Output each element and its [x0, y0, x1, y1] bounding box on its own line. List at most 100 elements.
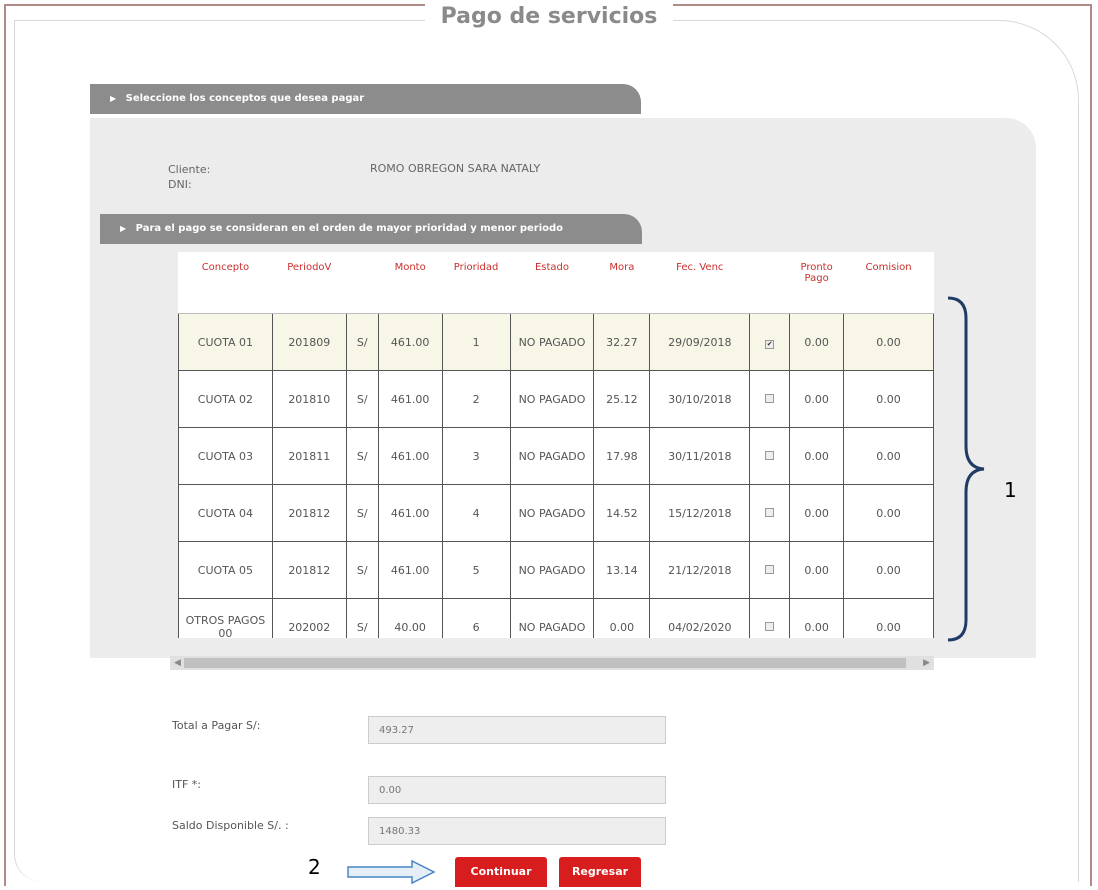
itf-label: ITF *:: [172, 778, 201, 791]
col-header-mora: Mora: [593, 252, 650, 314]
back-button[interactable]: Regresar: [559, 857, 641, 887]
cell-concepto: CUOTA 02: [178, 370, 273, 428]
cell-comision: 0.00: [843, 427, 934, 485]
cell-mora: 17.98: [593, 427, 651, 485]
cell-mora: 0.00: [593, 598, 651, 638]
cell-periodo: 201810: [271, 370, 347, 428]
row-select-cell[interactable]: ✔: [749, 313, 791, 371]
section-header-concepts: ▶ Seleccione los conceptos que desea pag…: [90, 84, 641, 114]
row-checkbox[interactable]: [765, 393, 775, 403]
cell-fec-venc: 30/11/2018: [649, 427, 751, 485]
scroll-thumb[interactable]: [184, 658, 906, 668]
cell-prioridad: 4: [441, 484, 511, 542]
cell-fec-venc: 15/12/2018: [649, 484, 751, 542]
cell-prioridad: 6: [441, 598, 511, 638]
table-row[interactable]: CUOTA 05 201812 S/461.00 5 NO PAGADO 13.14 21/…: [178, 541, 934, 599]
cell-concepto: CUOTA 03: [178, 427, 273, 485]
table-row[interactable]: CUOTA 03 201811 S/461.00 3 NO PAGADO 17.98 30/…: [178, 427, 934, 485]
section-header-label: Seleccione los conceptos que desea pagar: [125, 93, 365, 104]
table-row[interactable]: CUOTA 04 201812 S/461.00 4 NO PAGADO 14.52 15/…: [178, 484, 934, 542]
row-select-cell[interactable]: [749, 598, 791, 638]
cell-concepto: OTROS PAGOS 00: [178, 598, 273, 638]
itf-field: 0.00: [368, 776, 666, 804]
cell-fec-venc: 21/12/2018: [649, 541, 751, 599]
cell-pronto-pago: 0.00: [789, 598, 845, 638]
row-checkbox[interactable]: ✔: [765, 339, 775, 349]
table-horizontal-scrollbar[interactable]: ◀ ▶: [170, 656, 934, 670]
row-select-cell[interactable]: [749, 427, 791, 485]
cell-pronto-pago: 0.00: [789, 484, 845, 542]
table-row[interactable]: OTROS PAGOS 00 202002 S/40.00 6 NO PAGADO 0.0…: [178, 598, 934, 638]
cell-monto: 40.00: [377, 598, 443, 638]
row-checkbox[interactable]: [765, 507, 775, 517]
col-header-select: [749, 252, 790, 314]
callout-number-1: 1: [1004, 478, 1017, 502]
cell-moneda: S/: [345, 598, 379, 638]
cell-monto: 461.00: [377, 541, 443, 599]
cell-pronto-pago: 0.00: [789, 427, 845, 485]
client-label: Cliente:: [168, 163, 211, 176]
cell-estado: NO PAGADO: [509, 484, 595, 542]
table-row[interactable]: CUOTA 01 201809 S/461.00 1 NO PAGADO 32.27 29/…: [178, 313, 934, 371]
cell-estado: NO PAGADO: [509, 313, 595, 371]
concepts-table: Concepto PeriodoV Monto Prioridad Estado…: [178, 252, 934, 638]
section-header-label: Para el pago se consideran en el orden d…: [135, 223, 564, 234]
cell-periodo: 201812: [271, 541, 347, 599]
cell-mora: 32.27: [593, 313, 651, 371]
cell-prioridad: 1: [441, 313, 511, 371]
table-header-row: Concepto PeriodoV Monto Prioridad Estado…: [178, 252, 934, 314]
cell-comision: 0.00: [843, 313, 934, 371]
col-header-periodo: PeriodoV: [272, 252, 347, 314]
right-brace-annotation: [947, 296, 985, 642]
cell-concepto: CUOTA 01: [178, 313, 273, 371]
cell-mora: 14.52: [593, 484, 651, 542]
title-bar: Pago de servicios: [0, 4, 1098, 29]
col-header-concepto: Concepto: [178, 252, 273, 314]
col-header-fec-venc: Fec. Venc: [649, 252, 750, 314]
concepts-table-container[interactable]: Concepto PeriodoV Monto Prioridad Estado…: [178, 252, 934, 638]
continue-button[interactable]: Continuar: [455, 857, 547, 887]
cell-periodo: 201809: [271, 313, 347, 371]
cell-estado: NO PAGADO: [509, 427, 595, 485]
cell-estado: NO PAGADO: [509, 370, 595, 428]
cell-mora: 13.14: [593, 541, 651, 599]
cell-monto: 461.00: [377, 370, 443, 428]
cell-prioridad: 3: [441, 427, 511, 485]
total-label: Total a Pagar S/:: [172, 719, 261, 732]
cell-moneda: S/: [345, 313, 379, 371]
cell-concepto: CUOTA 04: [178, 484, 273, 542]
callout-number-2: 2: [308, 855, 321, 879]
col-header-comision: Comision: [843, 252, 934, 314]
triangle-right-icon: ▶: [120, 224, 127, 233]
cell-periodo: 202002: [271, 598, 347, 638]
cell-fec-venc: 30/10/2018: [649, 370, 751, 428]
cell-comision: 0.00: [843, 598, 934, 638]
cell-prioridad: 2: [441, 370, 511, 428]
cell-periodo: 201811: [271, 427, 347, 485]
cell-periodo: 201812: [271, 484, 347, 542]
row-checkbox[interactable]: [765, 621, 775, 631]
col-header-monto: Monto: [378, 252, 443, 314]
cell-comision: 0.00: [843, 370, 934, 428]
cell-estado: NO PAGADO: [509, 541, 595, 599]
section-header-priority: ▶ Para el pago se consideran en el orden…: [100, 214, 642, 244]
cell-comision: 0.00: [843, 541, 934, 599]
cell-moneda: S/: [345, 370, 379, 428]
col-header-estado: Estado: [510, 252, 594, 314]
row-checkbox[interactable]: [765, 564, 775, 574]
scroll-left-icon[interactable]: ◀: [174, 656, 181, 670]
page-title: Pago de servicios: [424, 4, 674, 29]
row-select-cell[interactable]: [749, 541, 791, 599]
row-select-cell[interactable]: [749, 484, 791, 542]
cell-estado: NO PAGADO: [509, 598, 595, 638]
row-select-cell[interactable]: [749, 370, 791, 428]
saldo-field: 1480.33: [368, 817, 666, 845]
triangle-right-icon: ▶: [110, 94, 117, 103]
cell-fec-venc: 29/09/2018: [649, 313, 751, 371]
arrow-right-icon: [347, 859, 436, 885]
table-row[interactable]: CUOTA 02 201810 S/461.00 2 NO PAGADO 25.12 30/…: [178, 370, 934, 428]
row-checkbox[interactable]: [765, 450, 775, 460]
cell-concepto: CUOTA 05: [178, 541, 273, 599]
cell-monto: 461.00: [377, 484, 443, 542]
scroll-right-icon[interactable]: ▶: [923, 656, 930, 670]
